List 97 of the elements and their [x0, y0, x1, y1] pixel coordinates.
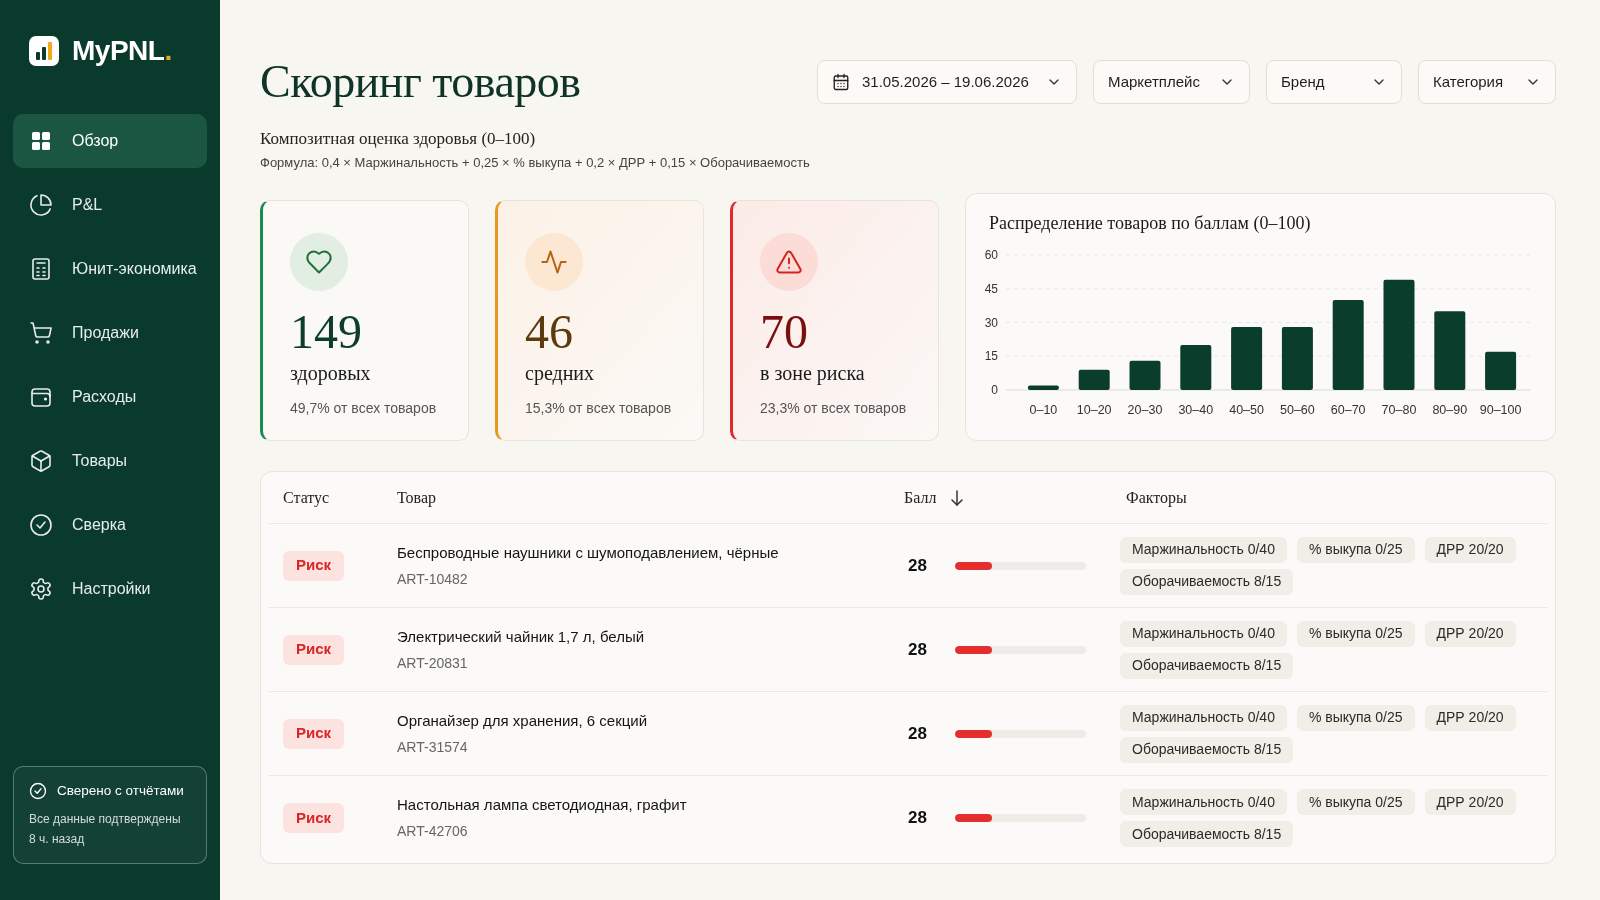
status-badge: Риск [283, 718, 345, 749]
count-value: 70 [760, 308, 808, 356]
score-value: 28 [907, 807, 928, 830]
axis-tick-label: 30 [984, 315, 998, 330]
count-label: средних [525, 361, 595, 385]
factor-tag: Маржинальность 0/40 [1120, 620, 1287, 647]
product-name: Настольная лампа светодиодная, графит [397, 795, 687, 815]
nav-item[interactable]: P&L [13, 178, 207, 232]
product-sku: ART-20831 [397, 653, 468, 673]
chart-bar [1281, 327, 1313, 390]
status-badge: Риск [283, 550, 345, 581]
filter-dropdown[interactable]: Бренд [1266, 60, 1402, 104]
score-value: 28 [907, 722, 928, 745]
factor-tag: % выкупа 0/25 [1296, 789, 1415, 815]
factor-tag: % выкупа 0/25 [1296, 620, 1415, 647]
nav-item[interactable]: Обзор [13, 114, 207, 168]
product-name: Электрический чайник 1,7 л, белый [397, 626, 645, 647]
grid-icon [29, 129, 53, 153]
pie-chart-icon [29, 193, 53, 217]
product-sku: ART-31574 [397, 737, 468, 757]
axis-tick-label: 0 [991, 383, 998, 397]
status-badge: Риск [283, 803, 345, 833]
filter-dropdown[interactable]: Маркетплейс [1093, 60, 1250, 104]
sync-time: 8 ч. назад [29, 831, 85, 848]
status-badge: Риск [283, 634, 345, 665]
chart-bar [1129, 360, 1161, 390]
factor-tag: Оборачиваемость 8/15 [1120, 736, 1294, 763]
nav-item[interactable]: Расходы [13, 370, 207, 424]
date-range-dropdown[interactable]: 31.05.2026 – 19.06.2026 [817, 60, 1077, 104]
column-header: Факторы [1126, 487, 1187, 508]
formula-text: Формула: 0,4 × Маржинальность + 0,25 × % выкупа + 0,2 × ДРР + 0,15 × Оборачиваемость [260, 154, 810, 172]
factor-tag: Маржинальность 0/40 [1120, 789, 1287, 815]
factor-tag: ДРР 20/20 [1424, 620, 1516, 647]
axis-category-label: 70–80 [1381, 403, 1417, 417]
settings-icon [29, 577, 53, 601]
nav-item[interactable]: Настройки [13, 562, 207, 616]
nav-item[interactable]: Продажи [13, 306, 207, 360]
axis-category-label: 40–50 [1229, 403, 1264, 417]
axis-category-label: 20–30 [1127, 403, 1163, 417]
product-name: Органайзер для хранения, 6 секций [397, 710, 648, 731]
cart-icon [29, 321, 53, 345]
factor-tag: ДРР 20/20 [1424, 704, 1516, 731]
column-header: Статус [283, 487, 330, 508]
factor-tag: Маржинальность 0/40 [1120, 704, 1287, 731]
share-text: 49,7% от всех товаров [290, 399, 437, 418]
axis-category-label: 30–40 [1178, 403, 1214, 417]
score-value: 28 [907, 638, 928, 661]
factor-tag: Оборачиваемость 8/15 [1120, 652, 1294, 679]
axis-category-label: 10–20 [1076, 403, 1112, 417]
box-icon [29, 449, 53, 473]
column-header: Товар [397, 487, 436, 508]
nav-item[interactable]: Сверка [13, 498, 207, 552]
logo-icon [29, 36, 59, 66]
share-text: 15,3% от всех товаров [525, 399, 672, 418]
share-text: 23,3% от всех товаров [760, 399, 907, 418]
factor-tag: Маржинальность 0/40 [1120, 536, 1287, 563]
chart-bar [1027, 385, 1059, 390]
axis-tick-label: 15 [984, 349, 998, 364]
count-value: 46 [525, 308, 573, 356]
axis-category-label: 50–60 [1280, 403, 1315, 417]
nav-item[interactable]: Товары [13, 434, 207, 488]
factor-tag: % выкупа 0/25 [1296, 704, 1415, 731]
chart-title: Распределение товаров по баллам (0–100) [989, 212, 1311, 234]
logo-text: MyPNL. [72, 36, 172, 66]
axis-tick-label: 60 [984, 248, 998, 262]
factor-tag: ДРР 20/20 [1424, 789, 1516, 815]
sync-status-title: Сверено с отчётами [57, 782, 184, 800]
axis-category-label: 80–90 [1432, 403, 1468, 417]
factor-tag: ДРР 20/20 [1424, 536, 1516, 563]
sync-status-text: Все данные подтверждены [29, 811, 181, 828]
count-value: 149 [290, 308, 362, 356]
filter-dropdown[interactable]: Категория [1418, 60, 1556, 104]
axis-category-label: 90–100 [1479, 403, 1522, 417]
chart-bar [1078, 369, 1110, 390]
chart-bar [1180, 345, 1212, 390]
check-circle-icon [29, 782, 47, 800]
check-circle-icon [29, 513, 53, 537]
product-name: Беспроводные наушники с шумоподавлением, чёрные [397, 542, 779, 563]
product-sku: ART-42706 [397, 822, 468, 841]
column-header: Балл [904, 487, 937, 508]
chart-bar [1485, 351, 1517, 390]
calendar-icon [832, 73, 850, 91]
factor-tag: Оборачиваемость 8/15 [1120, 821, 1294, 847]
axis-tick-label: 45 [984, 281, 998, 296]
count-label: здоровых [290, 361, 371, 385]
product-sku: ART-10482 [397, 569, 468, 589]
calculator-icon [29, 257, 53, 281]
factor-tag: % выкупа 0/25 [1296, 536, 1415, 563]
page-subtitle: Композитная оценка здоровья (0–100) [260, 128, 536, 150]
factor-tag: Оборачиваемость 8/15 [1120, 568, 1294, 595]
axis-category-label: 60–70 [1330, 403, 1366, 417]
score-value: 28 [907, 554, 928, 577]
chart-bar [1231, 327, 1263, 390]
axis-category-label: 0–10 [1029, 403, 1058, 417]
count-label: в зоне риска [760, 361, 865, 385]
wallet-icon [29, 385, 53, 409]
nav-item[interactable]: Юнит-экономика [13, 242, 207, 296]
